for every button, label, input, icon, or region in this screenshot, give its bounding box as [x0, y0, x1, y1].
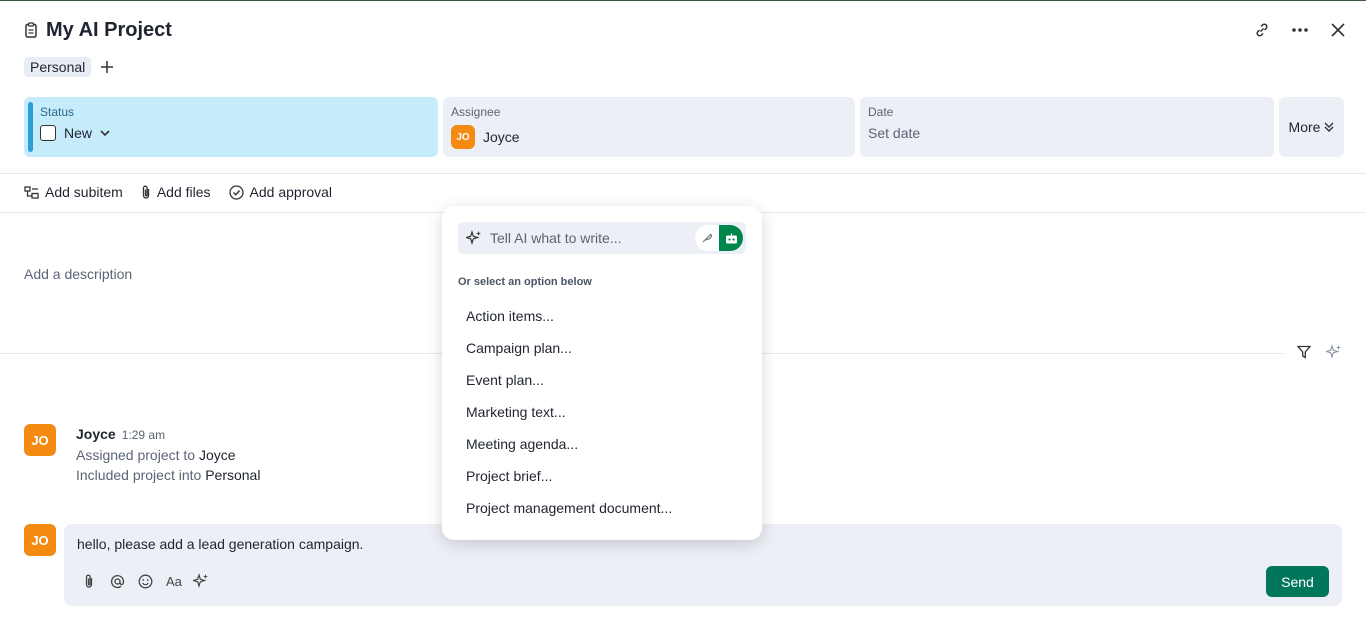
avatar: JO [24, 424, 56, 456]
assignee-value: Joyce [483, 129, 520, 145]
ai-options-list: Action items... Campaign plan... Event p… [458, 300, 746, 524]
comment-input[interactable]: hello, please add a lead generation camp… [77, 536, 363, 552]
window-top-border [0, 0, 1366, 1]
activity-actions [1296, 344, 1342, 360]
ai-option-event-plan[interactable]: Event plan... [458, 364, 746, 396]
assignee-field[interactable]: Assignee JO Joyce [443, 97, 855, 157]
avatar: JO [451, 125, 475, 149]
ai-option-meeting-agenda[interactable]: Meeting agenda... [458, 428, 746, 460]
sparkle-icon [466, 230, 482, 246]
status-checkbox[interactable] [40, 125, 56, 141]
activity-line-text: Assigned project to [76, 447, 196, 463]
at-icon[interactable] [108, 572, 126, 590]
paperclip-icon[interactable] [80, 572, 98, 590]
ai-options-subtitle: Or select an option below [458, 276, 592, 288]
check-circle-icon [228, 184, 244, 200]
more-fields-button[interactable]: More [1279, 97, 1344, 157]
activity-author[interactable]: Joyce [76, 426, 116, 442]
more-label: More [1288, 119, 1321, 135]
header-actions [1250, 18, 1350, 42]
ai-option-project-brief[interactable]: Project brief... [458, 460, 746, 492]
plus-icon[interactable] [99, 59, 115, 75]
add-subitem-button[interactable]: Add subitem [24, 184, 123, 200]
emoji-icon[interactable] [136, 572, 154, 590]
activity-entry: JO Joyce 1:29 am Assigned project to Joyc… [24, 424, 260, 485]
sparkle-icon[interactable] [192, 572, 210, 590]
activity-time: 1:29 am [121, 428, 166, 442]
ai-option-project-management-document[interactable]: Project management document... [458, 492, 746, 524]
date-field[interactable]: Date Set date [860, 97, 1274, 157]
activity-line-target: Personal [205, 467, 261, 483]
ai-option-campaign-plan[interactable]: Campaign plan... [458, 332, 746, 364]
activity-line-target: Joyce [198, 447, 236, 463]
composer-toolbar: Aa [80, 572, 210, 590]
status-value: New [64, 125, 93, 141]
description-input[interactable]: Add a description [24, 266, 132, 282]
add-subitem-label: Add subitem [45, 184, 123, 200]
page-title[interactable]: My AI Project [46, 19, 172, 42]
tag-list: Personal [24, 57, 115, 77]
filter-icon[interactable] [1296, 344, 1312, 360]
ai-prompt-placeholder: Tell AI what to write... [490, 230, 622, 246]
close-icon[interactable] [1326, 18, 1350, 42]
ai-writer-popup: Tell AI what to write... Or select an op… [442, 206, 762, 540]
ai-option-action-items[interactable]: Action items... [458, 300, 746, 332]
date-value: Set date [868, 125, 921, 141]
activity-line: Included project into Personal [76, 465, 260, 485]
chevron-down-icon[interactable] [100, 130, 110, 136]
add-approval-label: Add approval [249, 184, 333, 200]
link-icon[interactable] [1250, 18, 1274, 42]
activity-line: Assigned project to Joyce [76, 445, 260, 465]
ellipsis-icon[interactable] [1288, 18, 1312, 42]
send-button[interactable]: Send [1266, 566, 1329, 597]
avatar: JO [24, 524, 56, 556]
add-files-button[interactable]: Add files [141, 184, 211, 200]
text-format-button[interactable]: Aa [166, 574, 182, 589]
status-field[interactable]: Status New [24, 97, 438, 157]
status-label: Status [40, 105, 75, 119]
page-header: My AI Project [24, 18, 172, 42]
ai-prompt-input[interactable]: Tell AI what to write... [458, 222, 746, 254]
divider [0, 173, 1366, 174]
assignee-label: Assignee [451, 105, 501, 119]
ai-mode-toggle[interactable] [695, 225, 743, 251]
subitem-icon [24, 185, 39, 199]
ai-option-marketing-text[interactable]: Marketing text... [458, 396, 746, 428]
item-toolbar: Add subitem Add files Add approval [24, 184, 332, 200]
double-chevron-down-icon [1324, 122, 1334, 132]
field-row: Status New Assignee JO Joyce Date Set da… [24, 97, 1344, 157]
sparkle-icon[interactable] [1326, 344, 1342, 360]
activity-line-text: Included project into [76, 467, 202, 483]
robot-icon[interactable] [719, 225, 743, 251]
feather-icon[interactable] [695, 225, 719, 251]
paperclip-icon [141, 185, 151, 200]
tag-personal[interactable]: Personal [24, 57, 92, 77]
add-files-label: Add files [156, 184, 211, 200]
date-label: Date [868, 105, 894, 119]
add-approval-button[interactable]: Add approval [228, 184, 333, 200]
clipboard-icon [24, 18, 38, 42]
